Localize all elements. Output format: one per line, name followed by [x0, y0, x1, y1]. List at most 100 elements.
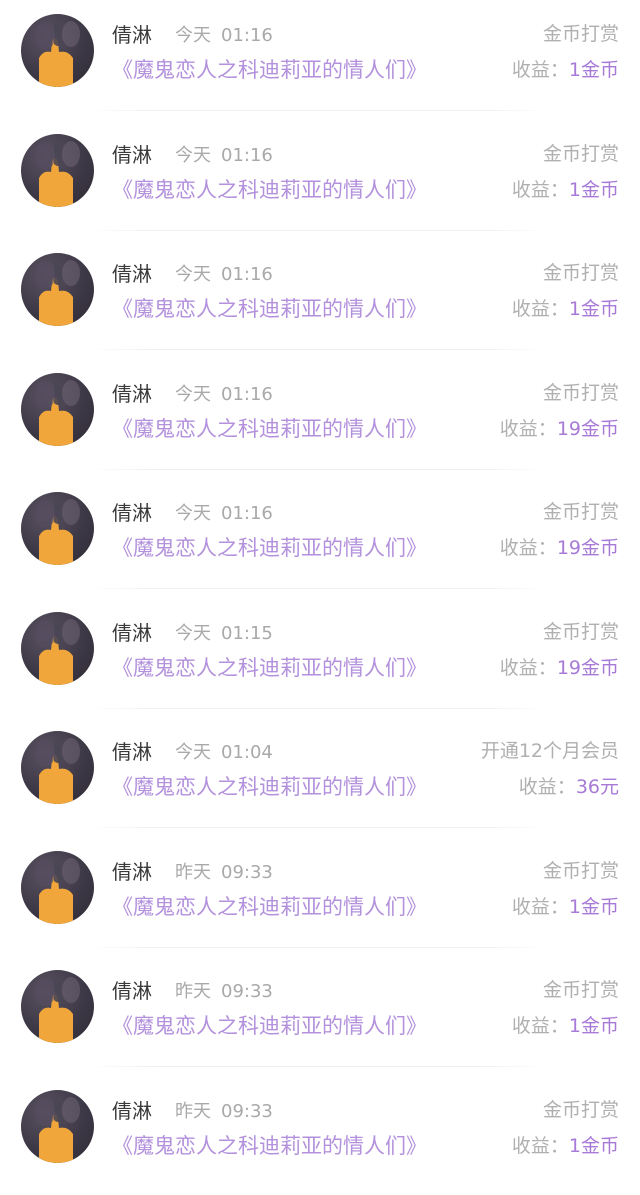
user-name: 倩淋 — [112, 381, 152, 407]
record-day: 今天 — [175, 145, 211, 167]
book-title-link[interactable]: 《魔鬼恋人之科迪莉亚的情人们》 — [112, 893, 427, 921]
avatar[interactable] — [21, 134, 94, 207]
avatar-image — [21, 253, 94, 326]
book-title-link[interactable]: 《魔鬼恋人之科迪莉亚的情人们》 — [112, 415, 427, 443]
income-label: 收益： — [512, 1135, 569, 1157]
income-label: 收益： — [512, 298, 569, 320]
record-time: 01:15 — [221, 623, 273, 645]
income-label: 收益： — [500, 657, 557, 679]
list-item[interactable]: 倩淋 今天 01:04 《魔鬼恋人之科迪莉亚的情人们》 开通12个月会员 收益：… — [0, 717, 640, 837]
record-day: 昨天 — [175, 981, 211, 1003]
avatar-image — [21, 851, 94, 924]
income-amount: 19金币 — [557, 537, 619, 559]
record-time: 01:16 — [221, 384, 273, 406]
transaction-type: 金币打赏 — [543, 22, 619, 46]
transaction-type: 金币打赏 — [543, 381, 619, 405]
avatar[interactable] — [21, 14, 94, 87]
book-title-link[interactable]: 《魔鬼恋人之科迪莉亚的情人们》 — [112, 56, 427, 84]
list-item[interactable]: 倩淋 昨天 09:33 《魔鬼恋人之科迪莉亚的情人们》 金币打赏 收益：1金币 — [0, 956, 640, 1076]
transaction-type: 金币打赏 — [543, 261, 619, 285]
book-title-link[interactable]: 《魔鬼恋人之科迪莉亚的情人们》 — [112, 1012, 427, 1040]
income: 收益：1金币 — [512, 1133, 619, 1159]
income-label: 收益： — [512, 179, 569, 201]
user-name: 倩淋 — [112, 859, 152, 885]
transaction-type: 金币打赏 — [543, 978, 619, 1002]
user-name: 倩淋 — [112, 739, 152, 765]
record-day: 昨天 — [175, 1101, 211, 1123]
user-name: 倩淋 — [112, 142, 152, 168]
record-time: 01:16 — [221, 264, 273, 286]
list-item[interactable]: 倩淋 昨天 09:33 《魔鬼恋人之科迪莉亚的情人们》 金币打赏 收益：1金币 — [0, 1076, 640, 1195]
income-amount: 1金币 — [569, 896, 619, 918]
record-day: 今天 — [175, 742, 211, 764]
income-label: 收益： — [512, 59, 569, 81]
income-amount: 36元 — [576, 776, 619, 798]
user-name: 倩淋 — [112, 620, 152, 646]
avatar-image — [21, 492, 94, 565]
user-name: 倩淋 — [112, 261, 152, 287]
list-item[interactable]: 倩淋 今天 01:15 《魔鬼恋人之科迪莉亚的情人们》 金币打赏 收益：19金币 — [0, 598, 640, 718]
list-item[interactable]: 倩淋 今天 01:16 《魔鬼恋人之科迪莉亚的情人们》 金币打赏 收益：19金币 — [0, 359, 640, 479]
avatar[interactable] — [21, 851, 94, 924]
row-divider — [88, 708, 548, 709]
row-divider — [88, 349, 548, 350]
record-time: 09:33 — [221, 1101, 273, 1123]
row-divider — [88, 469, 548, 470]
avatar-image — [21, 1090, 94, 1163]
avatar-image — [21, 731, 94, 804]
book-title-link[interactable]: 《魔鬼恋人之科迪莉亚的情人们》 — [112, 295, 427, 323]
row-divider — [88, 588, 548, 589]
avatar[interactable] — [21, 492, 94, 565]
transaction-type: 金币打赏 — [543, 500, 619, 524]
user-name: 倩淋 — [112, 978, 152, 1004]
income-label: 收益： — [512, 1015, 569, 1037]
record-day: 今天 — [175, 623, 211, 645]
list-item[interactable]: 倩淋 今天 01:16 《魔鬼恋人之科迪莉亚的情人们》 金币打赏 收益：1金币 — [0, 120, 640, 240]
book-title-link[interactable]: 《魔鬼恋人之科迪莉亚的情人们》 — [112, 534, 427, 562]
avatar[interactable] — [21, 1090, 94, 1163]
income: 收益：1金币 — [512, 177, 619, 203]
avatar-image — [21, 14, 94, 87]
record-day: 今天 — [175, 25, 211, 47]
book-title-link[interactable]: 《魔鬼恋人之科迪莉亚的情人们》 — [112, 176, 427, 204]
record-day: 今天 — [175, 503, 211, 525]
avatar[interactable] — [21, 612, 94, 685]
avatar-image — [21, 373, 94, 446]
row-divider — [88, 947, 548, 948]
list-item[interactable]: 倩淋 今天 01:16 《魔鬼恋人之科迪莉亚的情人们》 金币打赏 收益：1金币 — [0, 239, 640, 359]
avatar-image — [21, 970, 94, 1043]
record-time: 01:16 — [221, 145, 273, 167]
record-day: 昨天 — [175, 862, 211, 884]
transaction-type: 开通12个月会员 — [481, 739, 619, 763]
row-divider — [88, 827, 548, 828]
income: 收益：1金币 — [512, 1013, 619, 1039]
transaction-type: 金币打赏 — [543, 859, 619, 883]
record-time: 09:33 — [221, 862, 273, 884]
list-item[interactable]: 倩淋 今天 01:16 《魔鬼恋人之科迪莉亚的情人们》 金币打赏 收益：19金币 — [0, 478, 640, 598]
income: 收益：1金币 — [512, 894, 619, 920]
record-day: 今天 — [175, 264, 211, 286]
list-item[interactable]: 倩淋 昨天 09:33 《魔鬼恋人之科迪莉亚的情人们》 金币打赏 收益：1金币 — [0, 837, 640, 957]
book-title-link[interactable]: 《魔鬼恋人之科迪莉亚的情人们》 — [112, 773, 427, 801]
income-amount: 1金币 — [569, 298, 619, 320]
book-title-link[interactable]: 《魔鬼恋人之科迪莉亚的情人们》 — [112, 654, 427, 682]
income: 收益：36元 — [519, 774, 619, 800]
avatar[interactable] — [21, 731, 94, 804]
list-item[interactable]: 倩淋 今天 01:16 《魔鬼恋人之科迪莉亚的情人们》 金币打赏 收益：1金币 — [0, 0, 640, 120]
income-amount: 1金币 — [569, 1135, 619, 1157]
record-time: 01:16 — [221, 25, 273, 47]
income-label: 收益： — [500, 418, 557, 440]
income: 收益：1金币 — [512, 296, 619, 322]
book-title-link[interactable]: 《魔鬼恋人之科迪莉亚的情人们》 — [112, 1132, 427, 1160]
avatar[interactable] — [21, 253, 94, 326]
avatar-image — [21, 612, 94, 685]
transaction-type: 金币打赏 — [543, 142, 619, 166]
user-name: 倩淋 — [112, 500, 152, 526]
avatar[interactable] — [21, 970, 94, 1043]
avatar[interactable] — [21, 373, 94, 446]
row-divider — [88, 1066, 548, 1067]
income-amount: 1金币 — [569, 1015, 619, 1037]
income: 收益：1金币 — [512, 57, 619, 83]
row-divider — [88, 230, 548, 231]
user-name: 倩淋 — [112, 22, 152, 48]
